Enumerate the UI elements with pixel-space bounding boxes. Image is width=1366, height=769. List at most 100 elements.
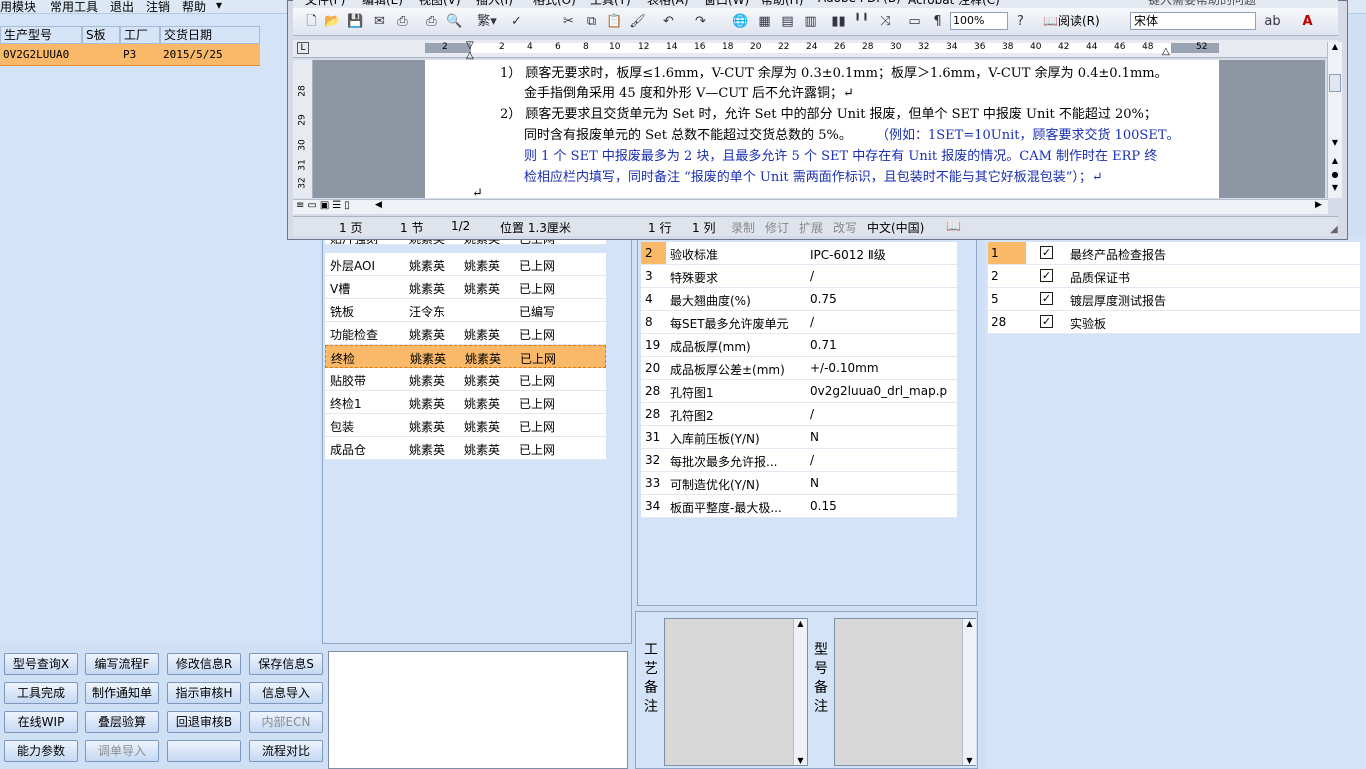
normal-view-icon[interactable]: ≡ <box>296 200 307 211</box>
permission-icon[interactable]: ✉ <box>371 13 388 30</box>
process-row[interactable]: 功能检查 姚素英 姚素英 已上网 <box>325 322 606 345</box>
process-row[interactable]: 贴胶带 姚素英 姚素英 已上网 <box>325 368 606 391</box>
word-menu-item[interactable]: 编辑(E) <box>362 0 403 8</box>
spec-row[interactable]: 28 孔符图1 0v2g2luua0_drl_map.p <box>641 380 957 403</box>
rollback-review-button[interactable]: 回退审核B <box>167 711 241 733</box>
tool-complete-button[interactable]: 工具完成 <box>4 682 78 704</box>
resize-grip-icon[interactable]: ◢ <box>1330 224 1338 235</box>
word-hscrollbar[interactable] <box>293 199 1328 214</box>
spec-row[interactable]: 28 孔符图2 / <box>641 403 957 426</box>
font-color-icon[interactable]: A <box>1299 13 1316 30</box>
menu-logout[interactable]: 注销 <box>146 0 170 15</box>
help-icon[interactable]: ? <box>1012 13 1029 30</box>
word-menu-item[interactable]: 格式(O) <box>533 0 576 8</box>
drawing-icon[interactable]: ╹╹ <box>853 13 870 30</box>
make-notice-button[interactable]: 制作通知单 <box>85 682 159 704</box>
tab-selector-icon[interactable]: L <box>297 42 309 54</box>
word-menu-item[interactable]: 帮助(H) <box>761 0 803 8</box>
menu-exit[interactable]: 退出 <box>110 0 134 15</box>
save-icon[interactable]: 💾 <box>347 13 364 30</box>
order-cell-s-board[interactable] <box>82 44 120 66</box>
report-checkbox[interactable]: ✓ <box>1040 269 1053 282</box>
zoom-select[interactable]: 100% <box>950 12 1008 30</box>
col-header-model[interactable]: 生产型号 <box>0 26 82 44</box>
spec-row[interactable]: 34 板面平整度-最大极... 0.15 <box>641 495 957 518</box>
document-map-icon[interactable]: ⤨ <box>877 13 894 30</box>
outline-view-icon[interactable]: ☰ <box>332 200 344 211</box>
print-preview-zoom-icon[interactable]: 🔍 <box>446 13 463 30</box>
new-document-icon[interactable]: 🗋 <box>303 13 320 30</box>
status-record[interactable]: 录制 <box>731 219 755 236</box>
status-track[interactable]: 修订 <box>765 219 789 236</box>
instruction-review-button[interactable]: 指示审核H <box>167 682 241 704</box>
report-row[interactable]: 1 ✓ 最终产品检查报告 <box>988 242 1360 265</box>
process-row[interactable]: 包装 姚素英 姚素英 已上网 <box>325 414 606 437</box>
blank-button[interactable] <box>167 740 241 762</box>
report-checkbox[interactable]: ✓ <box>1040 292 1053 305</box>
process-row[interactable]: V槽 姚素英 姚素英 已上网 <box>325 276 606 299</box>
show-hide-icon[interactable]: ¶ <box>929 13 946 30</box>
view-buttons[interactable]: ≡▭▣☰▯ <box>296 200 374 213</box>
process-row[interactable]: 终检 姚素英 姚素英 已上网 <box>325 345 606 368</box>
open-folder-icon[interactable]: 📂 <box>324 13 341 30</box>
report-checkbox[interactable]: ✓ <box>1040 246 1053 259</box>
spec-row[interactable]: 20 成品板厚公差±(mm) +/-0.10mm <box>641 357 957 380</box>
traditional-chinese-icon[interactable]: 繁▾ <box>474 13 500 30</box>
chevron-down-icon[interactable]: ▾ <box>216 0 222 12</box>
hyperlink-icon[interactable]: 🌐 <box>732 13 749 30</box>
menu-help[interactable]: 帮助 <box>182 0 206 15</box>
scroll-down-icon[interactable]: ▼ <box>794 756 807 765</box>
spec-row[interactable]: 4 最大翘曲度(%) 0.75 <box>641 288 957 311</box>
font-name-select[interactable]: 宋体 <box>1130 12 1256 30</box>
word-menu-item[interactable]: 插入(I) <box>476 0 513 8</box>
spec-row[interactable]: 33 可制造优化(Y/N) N <box>641 472 957 495</box>
save-info-button[interactable]: 保存信息S <box>249 653 323 675</box>
scroll-up-icon[interactable]: ▲ <box>794 619 807 628</box>
scroll-left-icon[interactable]: ◀ <box>375 200 382 210</box>
process-note-scrollbar[interactable]: ▲ ▼ <box>793 619 807 765</box>
report-row[interactable]: 5 ✓ 镀层厚度测试报告 <box>988 288 1360 311</box>
spec-row[interactable]: 32 每批次最多允许报... / <box>641 449 957 472</box>
highlight-icon[interactable]: ab <box>1264 13 1281 30</box>
paste-icon[interactable]: 📋 <box>606 13 623 30</box>
print-view-icon[interactable]: ▣ <box>320 200 332 211</box>
word-menu-item[interactable]: 文件(F) <box>305 0 345 8</box>
process-row[interactable]: 终检1 姚素英 姚素英 已上网 <box>325 391 606 414</box>
undo-icon[interactable]: ↶ <box>660 13 677 30</box>
online-wip-button[interactable]: 在线WIP <box>4 711 78 733</box>
print-icon[interactable]: ⎙ <box>394 13 411 30</box>
insert-table-icon[interactable]: ▤ <box>779 13 796 30</box>
scroll-up-icon[interactable]: ▲ <box>1328 42 1342 51</box>
report-checkbox[interactable]: ✓ <box>1040 315 1053 328</box>
word-menu-item[interactable]: 窗口(W) <box>704 0 749 8</box>
spell-check-status-icon[interactable]: 📖 <box>946 219 961 233</box>
reading-layout-icon[interactable]: ▭ <box>906 13 923 30</box>
col-header-s-board[interactable]: S板 <box>82 26 120 44</box>
status-overtype[interactable]: 改写 <box>833 219 857 236</box>
order-cell-model[interactable]: 0V2G2LUUA0 <box>0 44 82 66</box>
help-search-box[interactable]: 键入需要帮助的问题 <box>1148 0 1256 8</box>
insert-excel-icon[interactable]: ▥ <box>802 13 819 30</box>
cut-icon[interactable]: ✂ <box>560 13 577 30</box>
columns-icon[interactable]: ▮▮ <box>830 13 847 30</box>
order-cell-delivery-date[interactable]: 2015/5/25 <box>160 44 260 66</box>
word-menu-item[interactable]: Acrobat 注释(C) <box>908 0 1000 8</box>
word-menu-item[interactable]: 工具(T) <box>590 0 631 8</box>
report-row[interactable]: 28 ✓ 实验板 <box>988 311 1360 334</box>
spec-row[interactable]: 31 入库前压板(Y/N) N <box>641 426 957 449</box>
order-import-button[interactable]: 调单导入 <box>85 740 159 762</box>
order-cell-factory[interactable]: P3 <box>120 44 160 66</box>
spec-row[interactable]: 2 验收标准 IPC-6012 Ⅱ级 <box>641 242 957 265</box>
process-row[interactable]: 铣板 汪令东 已编写 <box>325 299 606 322</box>
scroll-down-icon[interactable]: ▼ <box>963 756 976 765</box>
format-painter-icon[interactable]: 🖌 <box>629 13 646 30</box>
prev-page-icon[interactable]: ▲ <box>1328 156 1342 165</box>
process-row[interactable]: 外层AOI 姚素英 姚素英 已上网 <box>325 253 606 276</box>
word-menu-item[interactable]: Adobe PDF(B) <box>818 0 901 5</box>
browse-object-icon[interactable]: ● <box>1328 170 1342 179</box>
report-row[interactable]: 2 ✓ 品质保证书 <box>988 265 1360 288</box>
process-note-field[interactable] <box>664 618 808 766</box>
tables-borders-icon[interactable]: ▦ <box>756 13 773 30</box>
internal-ecn-button[interactable]: 内部ECN <box>249 711 323 733</box>
modify-info-button[interactable]: 修改信息R <box>167 653 241 675</box>
